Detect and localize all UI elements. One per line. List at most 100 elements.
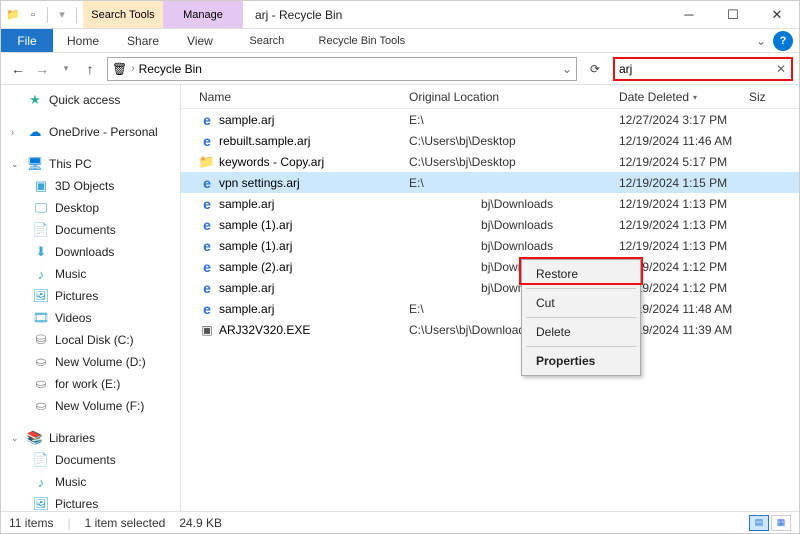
separator [526,317,636,318]
column-name[interactable]: Name [199,90,409,104]
sidebar-lib-documents[interactable]: 📄Documents [1,449,180,471]
sidebar-this-pc[interactable]: ⌄🖥This PC [1,153,180,175]
help-icon[interactable]: ? [773,31,793,51]
drive-icon: ⛀ [33,354,49,370]
collapse-icon[interactable]: ⌄ [11,433,21,444]
file-name: sample.arj [219,302,274,316]
expand-icon[interactable]: › [11,127,21,137]
file-name: sample.arj [219,197,274,211]
breadcrumb[interactable]: Recycle Bin [139,62,202,76]
column-size[interactable]: Siz [749,90,799,104]
column-date-deleted[interactable]: Date Deleted▾ [619,90,749,104]
column-original-location[interactable]: Original Location [409,90,619,104]
file-tab[interactable]: File [1,29,53,52]
sidebar-pictures[interactable]: 🖼Pictures [1,285,180,307]
file-row[interactable]: esample (1).arjXXXXXXXXXbj\Downloads12/1… [181,235,799,256]
view-tab[interactable]: View [173,29,227,52]
expand-ribbon-icon[interactable]: ⌄ [749,29,773,52]
file-row[interactable]: esample.arjXXXXXXXXXbj\Downloads12/19/20… [181,277,799,298]
up-button[interactable]: ↑ [79,58,101,80]
drive-icon: ⛀ [33,398,49,414]
title-bar: 📁 ▫ ▾ Search Tools Manage arj - Recycle … [1,1,799,29]
home-tab[interactable]: Home [53,29,113,52]
file-name: rebuilt.sample.arj [219,134,310,148]
sidebar-new-volume-d[interactable]: ⛀New Volume (D:) [1,351,180,373]
close-button[interactable]: ✕ [755,1,799,28]
drive-icon: ⛀ [33,376,49,392]
file-date-deleted: 12/19/2024 11:39 AM [619,323,799,337]
details-view-icon[interactable]: ▤ [749,515,769,531]
desktop-icon: 🖵 [33,200,49,216]
sidebar-for-work-e[interactable]: ⛀for work (E:) [1,373,180,395]
refresh-button[interactable]: ⟳ [583,62,607,76]
recycle-bin-tools-subtab[interactable]: Recycle Bin Tools [307,29,417,52]
search-subtab[interactable]: Search [227,29,307,52]
sidebar-music[interactable]: ♪Music [1,263,180,285]
ctx-cut[interactable]: Cut [522,291,640,315]
contextual-tab-search[interactable]: Search Tools [83,1,163,28]
ie-icon: e [199,301,215,317]
file-row[interactable]: esample.arjE:\12/19/2024 11:48 AM [181,298,799,319]
sidebar-item-label: Music [55,267,86,281]
file-row[interactable]: esample.arjXXXXXXXXXbj\Downloads12/19/20… [181,193,799,214]
ie-icon: e [199,133,215,149]
sort-descend-icon: ▾ [693,93,697,102]
file-date-deleted: 12/19/2024 1:13 PM [619,239,799,253]
back-button[interactable]: ← [7,58,29,80]
separator [526,288,636,289]
contextual-tab-manage[interactable]: Manage [163,1,243,28]
sidebar-item-label: Pictures [55,497,98,511]
sidebar-lib-pictures[interactable]: 🖼Pictures [1,493,180,513]
navigation-pane[interactable]: ★Quick access ›☁OneDrive - Personal ⌄🖥Th… [1,85,181,513]
file-date-deleted: 12/19/2024 1:15 PM [619,176,799,190]
address-dropdown-icon[interactable]: ⌄ [562,62,572,76]
address-bar[interactable]: 🗑 › Recycle Bin ⌄ [107,57,577,81]
file-row[interactable]: esample (2).arjXXXXXXXXXbj\Downloads12/1… [181,256,799,277]
ctx-properties[interactable]: Properties [522,349,640,373]
clear-search-icon[interactable]: ✕ [774,62,788,76]
file-list[interactable]: esample.arjE:\12/27/2024 3:17 PMerebuilt… [181,109,799,513]
sidebar-local-disk-c[interactable]: ⛁Local Disk (C:) [1,329,180,351]
ctx-delete[interactable]: Delete [522,320,640,344]
window-controls: ─ ☐ ✕ [667,1,799,28]
file-row[interactable]: 📁keywords - Copy.arjC:\Users\bj\Desktop1… [181,151,799,172]
file-original-location: XXXXXXXXXbj\Downloads [409,239,619,253]
file-row[interactable]: evpn settings.arjE:\12/19/2024 1:15 PM [181,172,799,193]
share-tab[interactable]: Share [113,29,173,52]
sidebar-item-label: Documents [55,453,116,467]
collapse-icon[interactable]: ⌄ [11,159,21,170]
sidebar-item-label: Documents [55,223,116,237]
sidebar-videos[interactable]: 🎞Videos [1,307,180,329]
sidebar-quick-access[interactable]: ★Quick access [1,89,180,111]
file-row[interactable]: esample (1).arjXXXXXXXXXbj\Downloads12/1… [181,214,799,235]
cloud-icon: ☁ [27,124,43,140]
minimize-button[interactable]: ─ [667,1,711,28]
separator [76,7,77,23]
file-row[interactable]: esample.arjE:\12/27/2024 3:17 PM [181,109,799,130]
view-switcher: ▤ ▦ [749,515,791,531]
sidebar-3d-objects[interactable]: ▣3D Objects [1,175,180,197]
maximize-button[interactable]: ☐ [711,1,755,28]
qat-dropdown-icon[interactable]: ▾ [54,7,70,23]
large-icons-view-icon[interactable]: ▦ [771,515,791,531]
recent-locations-icon[interactable]: ▾ [55,58,77,80]
sidebar-onedrive[interactable]: ›☁OneDrive - Personal [1,121,180,143]
ie-icon: e [199,196,215,212]
sidebar-desktop[interactable]: 🖵Desktop [1,197,180,219]
sidebar-lib-music[interactable]: ♪Music [1,471,180,493]
file-row[interactable]: ▣ARJ32V320.EXEC:\Users\bj\Downloads12/19… [181,319,799,340]
sidebar-new-volume-f[interactable]: ⛀New Volume (F:) [1,395,180,417]
ctx-restore[interactable]: Restore [522,262,640,286]
ie-icon: e [199,112,215,128]
file-row[interactable]: erebuilt.sample.arjC:\Users\bj\Desktop12… [181,130,799,151]
search-input[interactable] [619,62,774,76]
sidebar-libraries[interactable]: ⌄📚Libraries [1,427,180,449]
folder-icon[interactable]: 📁 [5,7,21,23]
forward-button[interactable]: → [31,58,53,80]
sidebar-documents[interactable]: 📄Documents [1,219,180,241]
properties-icon[interactable]: ▫ [25,7,41,23]
ie-icon: e [199,175,215,191]
sidebar-item-label: Quick access [49,93,120,107]
search-box[interactable]: ✕ [613,57,793,81]
sidebar-downloads[interactable]: ⬇Downloads [1,241,180,263]
